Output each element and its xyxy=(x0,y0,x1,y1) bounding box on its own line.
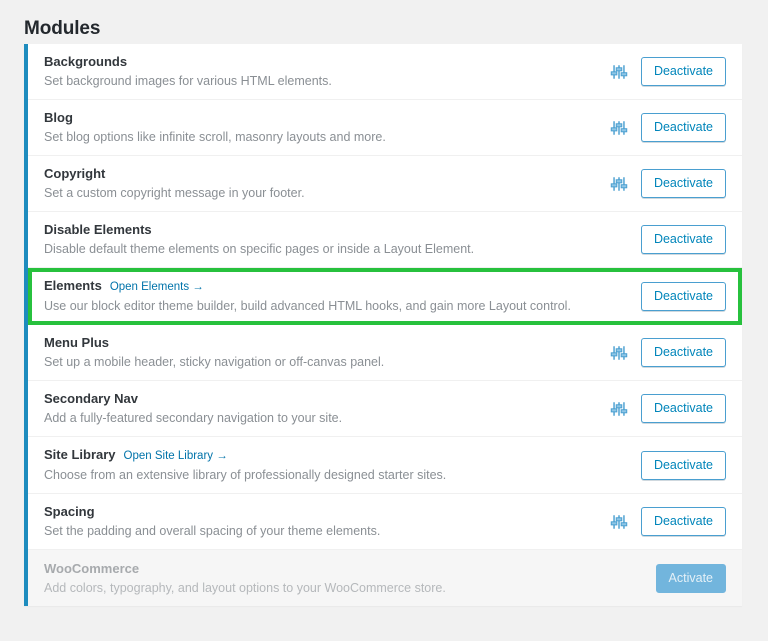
module-title-line: WooCommerce xyxy=(44,560,615,577)
module-row: Copyright Set a custom copyright message … xyxy=(28,156,742,212)
deactivate-button[interactable]: Deactivate xyxy=(640,113,726,142)
module-info: WooCommerce Add colors, typography, and l… xyxy=(44,560,615,597)
module-info: Menu Plus Set up a mobile header, sticky … xyxy=(44,334,600,371)
module-actions: Deactivate xyxy=(600,338,726,367)
module-row: WooCommerce Add colors, typography, and l… xyxy=(28,550,742,606)
settings-icon-placeholder xyxy=(610,456,628,474)
module-title-line: Disable Elements xyxy=(44,221,600,238)
module-row: Disable Elements Disable default theme el… xyxy=(28,212,742,268)
module-row: Menu Plus Set up a mobile header, sticky … xyxy=(28,325,742,381)
module-description: Set blog options like infinite scroll, m… xyxy=(44,130,386,144)
deactivate-button[interactable]: Deactivate xyxy=(640,394,726,423)
module-title-line: Blog xyxy=(44,109,600,126)
activate-button[interactable]: Activate xyxy=(655,563,726,593)
sliders-icon[interactable] xyxy=(610,119,628,137)
module-open-link[interactable]: Open Site Library → xyxy=(124,449,228,464)
module-description: Choose from an extensive library of prof… xyxy=(44,468,447,482)
sliders-icon[interactable] xyxy=(610,513,628,531)
module-title-line: Menu Plus xyxy=(44,334,600,351)
module-info: Disable Elements Disable default theme el… xyxy=(44,221,600,258)
module-info: Backgrounds Set background images for var… xyxy=(44,53,600,90)
module-row: Blog Set blog options like infinite scrol… xyxy=(28,100,742,156)
deactivate-button[interactable]: Deactivate xyxy=(640,338,726,367)
module-actions: Deactivate xyxy=(600,450,726,480)
sliders-icon[interactable] xyxy=(610,63,628,81)
deactivate-button[interactable]: Deactivate xyxy=(640,169,726,198)
module-description: Add colors, typography, and layout optio… xyxy=(44,580,446,595)
module-row: Elements Open Elements → Use our block edi… xyxy=(28,268,742,325)
deactivate-button[interactable]: Deactivate xyxy=(640,57,726,86)
module-actions: Deactivate xyxy=(600,169,726,198)
deactivate-button[interactable]: Deactivate xyxy=(640,450,726,480)
module-title: Copyright xyxy=(44,166,106,181)
page-title: Modules xyxy=(24,18,101,39)
module-description: Set the padding and overall spacing of y… xyxy=(44,524,381,538)
module-info: Secondary Nav Add a fully-featured second… xyxy=(44,390,600,427)
module-actions: Deactivate xyxy=(600,57,726,86)
module-description: Set background images for various HTML e… xyxy=(44,74,332,88)
module-title: Disable Elements xyxy=(44,222,152,237)
module-title-line: Backgrounds xyxy=(44,53,600,70)
sliders-icon[interactable] xyxy=(610,400,628,418)
module-title-line: Secondary Nav xyxy=(44,390,600,407)
module-title: Site Library xyxy=(44,447,116,462)
module-title-line: Copyright xyxy=(44,165,600,182)
module-row: Site Library Open Site Library → Choose fr… xyxy=(28,437,742,494)
module-description: Disable default theme elements on specif… xyxy=(44,242,475,256)
deactivate-button[interactable]: Deactivate xyxy=(640,225,726,254)
module-actions: Activate xyxy=(615,563,726,593)
module-info: Blog Set blog options like infinite scrol… xyxy=(44,109,600,146)
sliders-icon[interactable] xyxy=(610,344,628,362)
module-row: Backgrounds Set background images for var… xyxy=(28,44,742,100)
modules-panel: Backgrounds Set background images for var… xyxy=(24,44,742,606)
module-title-line: Spacing xyxy=(44,503,600,520)
module-title: Secondary Nav xyxy=(44,391,138,406)
module-row: Secondary Nav Add a fully-featured second… xyxy=(28,381,742,437)
module-description: Use our block editor theme builder, buil… xyxy=(44,299,571,313)
module-actions: Deactivate xyxy=(600,113,726,142)
module-info: Copyright Set a custom copyright message … xyxy=(44,165,600,202)
module-actions: Deactivate xyxy=(600,507,726,536)
module-description: Set a custom copyright message in your f… xyxy=(44,186,305,200)
module-actions: Deactivate xyxy=(600,394,726,423)
module-description: Set up a mobile header, sticky navigatio… xyxy=(44,355,385,369)
module-actions: Deactivate xyxy=(600,281,726,311)
module-open-link[interactable]: Open Elements → xyxy=(110,280,204,295)
deactivate-button[interactable]: Deactivate xyxy=(640,281,726,311)
module-title: Blog xyxy=(44,110,73,125)
module-info: Elements Open Elements → Use our block edi… xyxy=(44,277,600,315)
module-title: Menu Plus xyxy=(44,335,110,350)
module-title: Elements xyxy=(44,278,102,293)
module-title: WooCommerce xyxy=(44,560,140,576)
module-description: Add a fully-featured secondary navigatio… xyxy=(44,411,343,425)
module-info: Site Library Open Site Library → Choose fr… xyxy=(44,446,600,484)
module-row: Spacing Set the padding and overall spaci… xyxy=(28,494,742,550)
module-actions: Deactivate xyxy=(600,225,726,254)
settings-icon-placeholder xyxy=(625,569,643,587)
module-title: Backgrounds xyxy=(44,54,128,69)
module-info: Spacing Set the padding and overall spaci… xyxy=(44,503,600,540)
settings-icon-placeholder xyxy=(610,231,628,249)
module-title: Spacing xyxy=(44,504,95,519)
settings-icon-placeholder xyxy=(610,287,628,305)
sliders-icon[interactable] xyxy=(610,175,628,193)
module-title-line: Elements Open Elements → xyxy=(44,277,600,295)
module-title-line: Site Library Open Site Library → xyxy=(44,446,600,464)
deactivate-button[interactable]: Deactivate xyxy=(640,507,726,536)
